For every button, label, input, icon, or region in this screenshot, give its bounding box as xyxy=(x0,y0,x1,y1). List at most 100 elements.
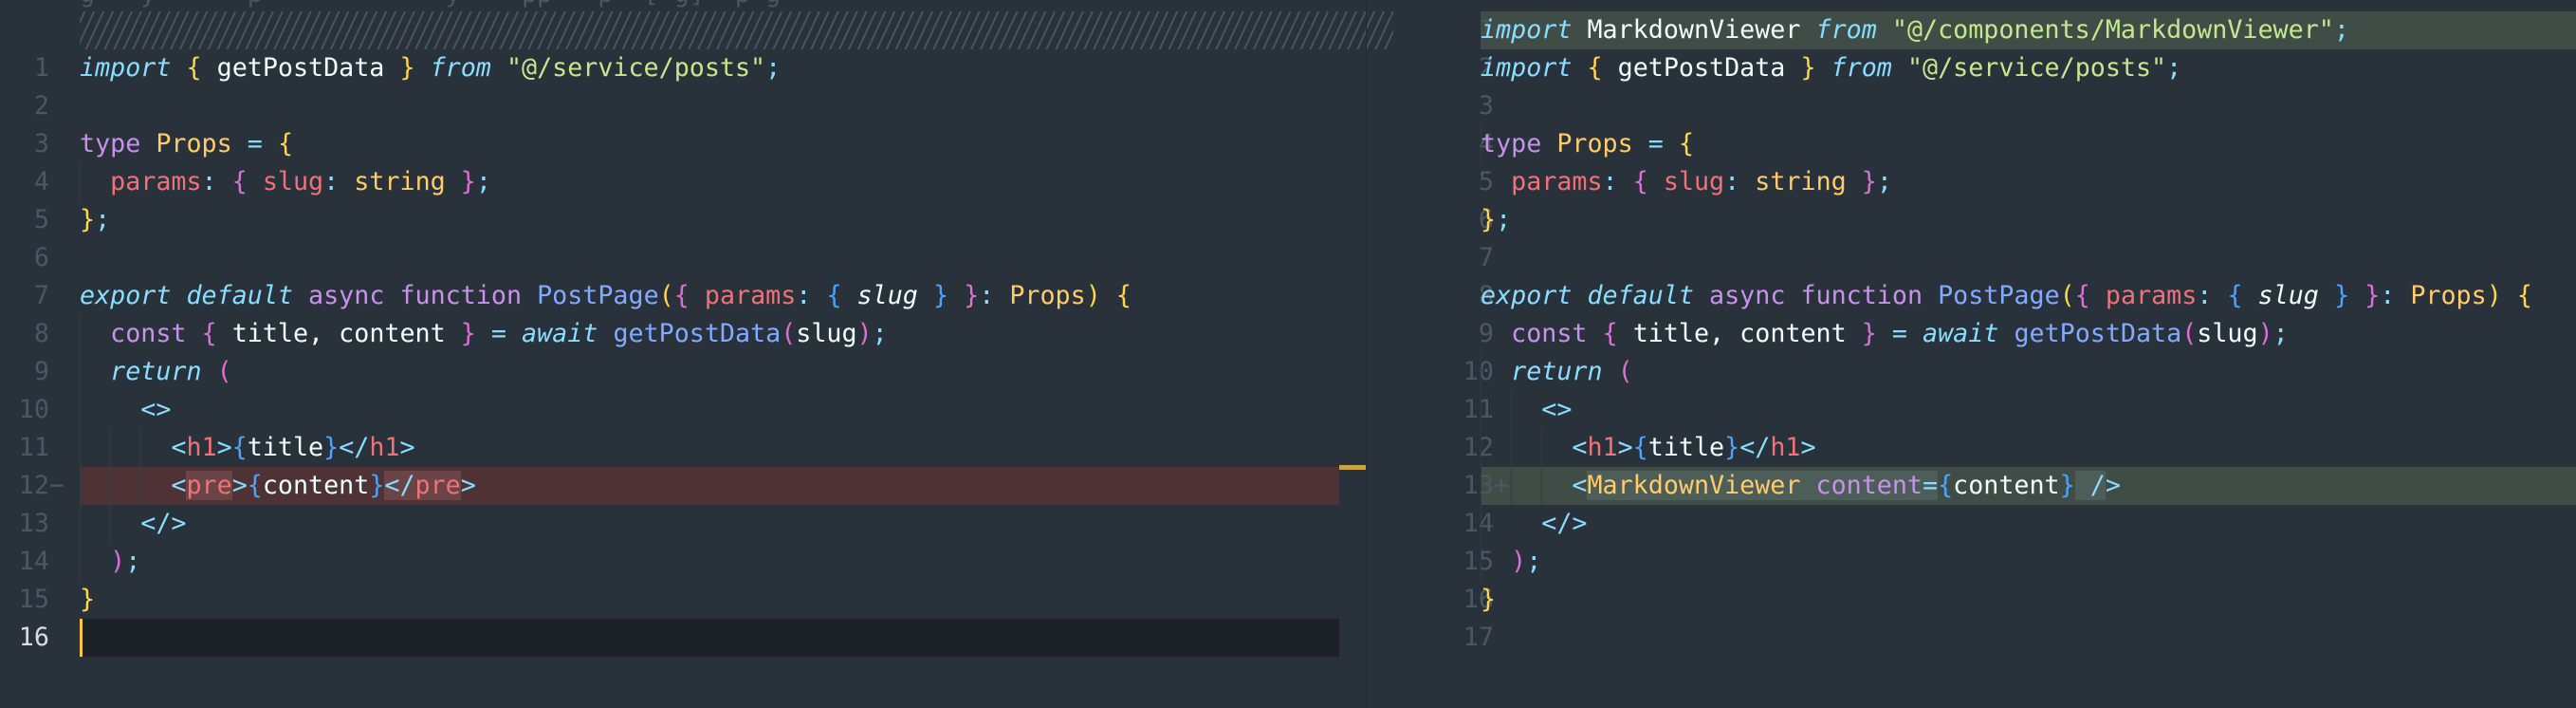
code-line[interactable]: 13+ <MarkdownViewer content={content} /> xyxy=(1367,467,2576,505)
code-line[interactable]: 13 </> xyxy=(0,505,1366,543)
code-line[interactable]: 14 </> xyxy=(1367,505,2576,543)
code-text: type Props = { xyxy=(1481,125,1694,163)
code-line[interactable]: 9 const { title, content } = await getPo… xyxy=(1367,315,2576,353)
code-token: content xyxy=(262,471,370,500)
code-line[interactable]: 15 ); xyxy=(1367,543,2576,581)
code-token: > xyxy=(1617,433,1633,462)
code-token: title xyxy=(247,433,324,462)
code-token: : xyxy=(2380,281,2396,310)
code-token: h1 xyxy=(1770,433,1801,462)
code-token: const xyxy=(110,319,187,348)
code-token: async xyxy=(308,281,385,310)
code-token xyxy=(1800,471,1816,500)
line-number: 3 xyxy=(33,129,64,158)
code-token: { xyxy=(201,319,217,348)
code-line[interactable]: 12− <pre>{content}</pre> xyxy=(0,467,1366,505)
code-token: default xyxy=(1587,281,1694,310)
code-line[interactable]: 5 }; xyxy=(0,201,1366,239)
code-line[interactable]: 12 <h1>{title}</h1> xyxy=(1367,429,2576,467)
code-token: h1 xyxy=(1587,433,1618,462)
code-token: > xyxy=(231,471,248,500)
code-text: import { getPostData } from "@/service/p… xyxy=(80,49,781,87)
code-line[interactable]: 15 } xyxy=(0,581,1366,619)
code-line[interactable]: 2 xyxy=(0,87,1366,125)
code-line[interactable]: 3 xyxy=(1367,87,2576,125)
code-token: async xyxy=(1709,281,1786,310)
code-token: </ xyxy=(1739,433,1771,462)
code-text: <> xyxy=(80,391,171,429)
code-line[interactable]: 14 ); xyxy=(0,543,1366,581)
code-line[interactable]: 3 type Props = { xyxy=(0,125,1366,163)
code-line[interactable]: 10 <> xyxy=(0,391,1366,429)
code-line[interactable]: 1+ import MarkdownViewer from "@/componen… xyxy=(1367,11,2576,49)
line-number: 1 xyxy=(33,53,64,83)
code-token: </ xyxy=(384,471,415,500)
code-token: h1 xyxy=(369,433,400,462)
code-line[interactable]: 8 export default async function PostPage… xyxy=(1367,277,2576,315)
code-token: ) xyxy=(110,547,126,576)
line-number: 13 xyxy=(18,509,64,538)
code-line[interactable]: 6 xyxy=(0,239,1366,277)
code-line[interactable]: 11 <h1>{title}</h1> xyxy=(0,429,1366,467)
code-token: getPostData xyxy=(201,53,400,83)
code-line[interactable]: 4 params: { slug: string }; xyxy=(0,163,1366,201)
code-token: } xyxy=(80,585,96,614)
line-number: 4 xyxy=(33,167,64,196)
code-text: params: { slug: string }; xyxy=(1481,163,1892,201)
code-token: < xyxy=(1572,471,1588,500)
code-text: } xyxy=(80,581,95,619)
code-token: "@/service/posts" xyxy=(1906,53,2167,83)
indent-guide xyxy=(1541,429,1542,505)
code-token: } xyxy=(1861,167,1877,196)
code-line[interactable]: 9 return ( xyxy=(0,353,1366,391)
code-line[interactable]: 5 params: { slug: string }; xyxy=(1367,163,2576,201)
code-token: > xyxy=(2105,471,2121,500)
code-line[interactable]: 7 xyxy=(1367,239,2576,277)
code-token: } xyxy=(2333,281,2350,310)
line-number: 10 xyxy=(18,395,64,424)
code-line[interactable]: 8 const { title, content } = await getPo… xyxy=(0,315,1366,353)
code-line[interactable]: 4 type Props = { xyxy=(1367,125,2576,163)
code-line[interactable]: 17 xyxy=(1367,619,2576,657)
code-token: slug xyxy=(2197,319,2258,348)
code-line[interactable]: 2 import { getPostData } from "@/service… xyxy=(1367,49,2576,87)
code-line[interactable]: 7 export default async function PostPage… xyxy=(0,277,1366,315)
code-token: } xyxy=(460,319,476,348)
code-token: export xyxy=(1481,281,1573,310)
code-token: } xyxy=(2059,471,2075,500)
code-token: ; xyxy=(765,53,782,83)
code-line[interactable]: 11 <> xyxy=(1367,391,2576,429)
code-token: : xyxy=(979,281,995,310)
code-token: : xyxy=(323,167,340,196)
left-diff-pane[interactable]: g y p y pp p [ g] p g 1 import { getPost… xyxy=(0,0,1366,708)
code-token: } xyxy=(460,167,476,196)
code-token: { xyxy=(1632,167,1648,196)
code-line[interactable]: 16 } xyxy=(1367,581,2576,619)
code-line[interactable]: 6 }; xyxy=(1367,201,2576,239)
code-token: getPostData xyxy=(613,319,782,348)
right-diff-pane[interactable]: 1+ import MarkdownViewer from "@/componen… xyxy=(1366,0,2576,708)
code-token: } xyxy=(932,281,949,310)
line-number: 7 xyxy=(33,281,64,310)
code-token: PostPage xyxy=(537,281,659,310)
code-line[interactable]: 16 xyxy=(0,619,1366,657)
code-line[interactable]: 10 return ( xyxy=(1367,353,2576,391)
code-token: { xyxy=(1602,319,1618,348)
line-number: 17 xyxy=(1463,623,1509,652)
code-token: { xyxy=(1115,281,1132,310)
code-line[interactable]: 1 import { getPostData } from "@/service… xyxy=(0,49,1366,87)
